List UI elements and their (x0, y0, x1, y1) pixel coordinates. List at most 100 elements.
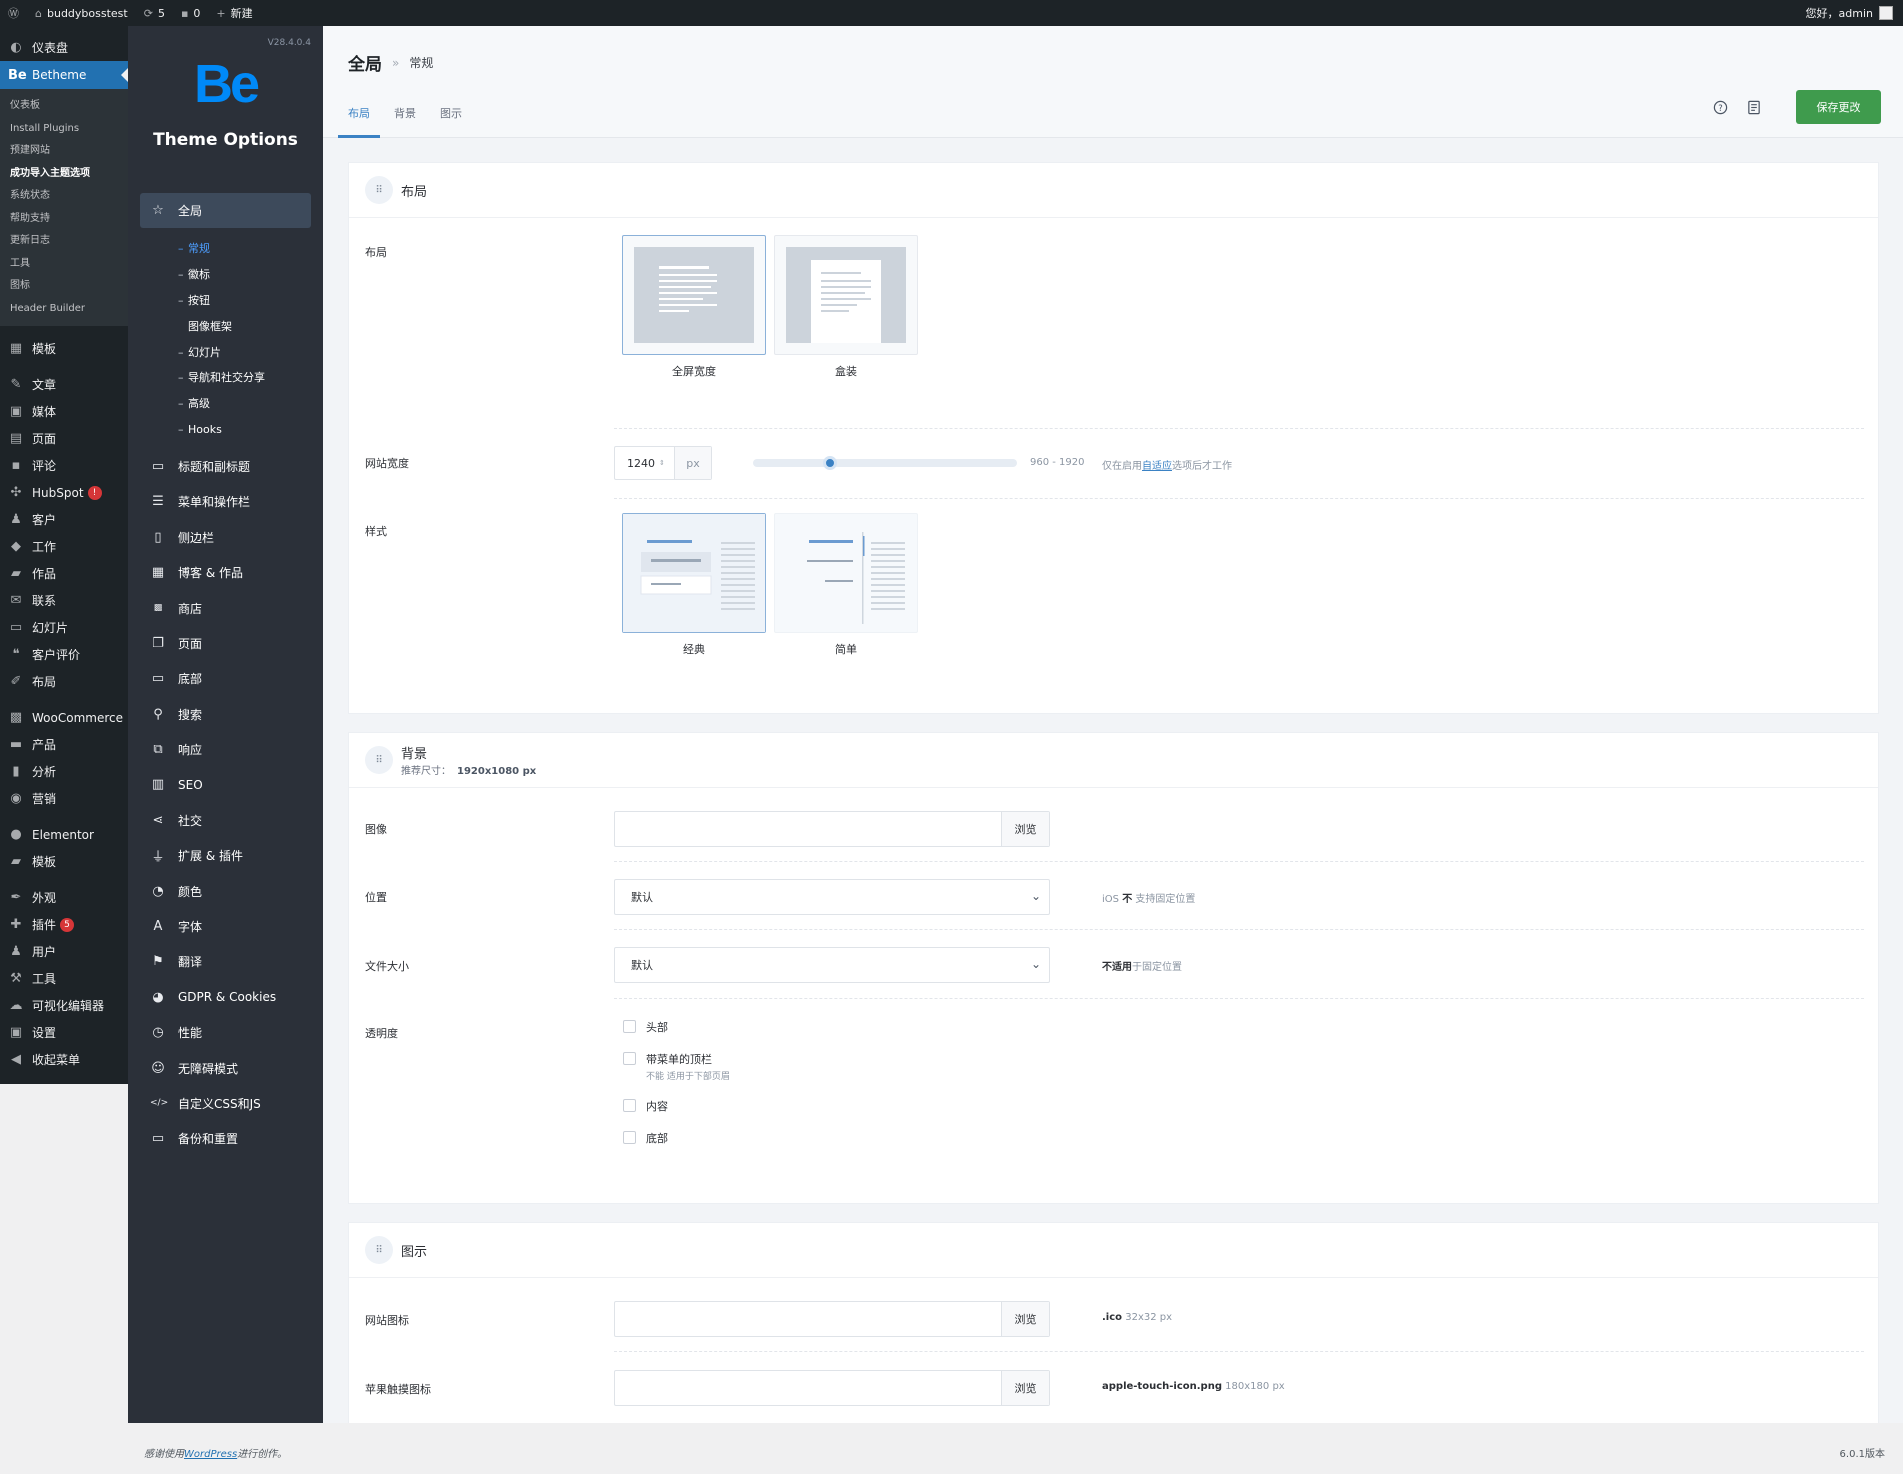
subnav-item[interactable]: – 导航和社交分享 (140, 365, 311, 391)
tab-background[interactable]: 背景 (394, 101, 416, 138)
nav-item[interactable]: ▭ 备份和重置 (140, 1121, 311, 1156)
nav-item[interactable]: ⏚ 扩展 & 插件 (140, 838, 311, 873)
nav-item[interactable]: ◕ GDPR & Cookies (140, 980, 311, 1015)
menu-item[interactable]: ● Elementor (0, 821, 128, 848)
position-select[interactable]: 默认 ⌄ (614, 879, 1050, 915)
submenu-item[interactable]: Install Plugins (0, 118, 128, 141)
new-content-link[interactable]: + 新建 (208, 0, 260, 26)
comments-link[interactable]: ▪ 0 (173, 0, 208, 26)
apple-icon-input[interactable]: 浏览 (614, 1370, 1050, 1406)
nav-item[interactable]: ▦ 博客 & 作品 (140, 555, 311, 590)
checkbox-topbar[interactable]: 带菜单的顶栏 不能 适用于下部页眉 (623, 1051, 730, 1082)
submenu-item[interactable]: 工具 (0, 253, 128, 276)
wordpress-logo-button[interactable]: Ⓦ (0, 0, 27, 26)
site-width-slider[interactable] (753, 456, 1017, 470)
favicon-input[interactable]: 浏览 (614, 1301, 1050, 1337)
responsive-link[interactable]: 自适应 (1142, 461, 1172, 472)
menu-item[interactable]: ▦ 模板 (0, 335, 128, 362)
menu-item[interactable]: ▭ 幻灯片 (0, 614, 128, 641)
nav-item[interactable]: ❐ 页面 (140, 626, 311, 661)
menu-item[interactable]: ✎ 文章 (0, 371, 128, 398)
nav-item[interactable]: ▭ 标题和副标题 (140, 449, 311, 484)
menu-item[interactable]: ◉ 营销 (0, 785, 128, 812)
submenu-item[interactable]: 图标 (0, 275, 128, 298)
menu-item[interactable]: ✐ 布局 (0, 668, 128, 695)
layout-option-boxed[interactable] (774, 235, 918, 355)
menu-item[interactable]: ▤ 页面 (0, 425, 128, 452)
submenu-item[interactable]: 预建网站 (0, 140, 128, 163)
menu-item[interactable]: ✒ 外观 (0, 884, 128, 911)
nav-item[interactable]: A 字体 (140, 909, 311, 944)
menu-item[interactable]: ✚ 插件 5 (0, 911, 128, 938)
submenu-item[interactable]: 仪表板 (0, 95, 128, 118)
site-name-link[interactable]: ⌂ buddybosstest (27, 0, 136, 26)
bg-image-field[interactable] (615, 812, 1001, 846)
menu-item[interactable]: ◀ 收起菜单 (0, 1046, 128, 1073)
changelog-icon[interactable] (1744, 97, 1764, 117)
menu-betheme[interactable]: Be Betheme (0, 61, 128, 89)
checkbox[interactable] (623, 1052, 636, 1065)
checkbox[interactable] (623, 1020, 636, 1033)
submenu-item[interactable]: 系统状态 (0, 185, 128, 208)
menu-item[interactable]: ⚒ 工具 (0, 965, 128, 992)
menu-item[interactable]: ▰ 作品 (0, 560, 128, 587)
style-option-simple[interactable] (774, 513, 918, 633)
menu-item[interactable]: ❝ 客户评价 (0, 641, 128, 668)
checkbox[interactable] (623, 1131, 636, 1144)
checkbox-footer[interactable]: 底部 (623, 1130, 668, 1146)
browse-button[interactable]: 浏览 (1001, 1302, 1049, 1336)
save-button[interactable]: 保存更改 (1796, 90, 1881, 124)
drag-handle-icon[interactable]: ⠿ (365, 1236, 393, 1264)
drag-handle-icon[interactable]: ⠿ (365, 746, 393, 774)
nav-item[interactable]: ⚑ 翻译 (140, 944, 311, 979)
nav-item[interactable]: ☺ 无障碍模式 (140, 1050, 311, 1085)
menu-item[interactable]: ▩ WooCommerce (0, 704, 128, 731)
style-option-classic[interactable] (622, 513, 766, 633)
menu-dashboard[interactable]: ◐ 仪表盘 (0, 34, 128, 61)
nav-item[interactable]: ⚲ 搜索 (140, 697, 311, 732)
nav-item[interactable]: ▩ 商店 (140, 590, 311, 625)
subnav-item[interactable]: – 按钮 (140, 288, 311, 314)
updates-link[interactable]: ⟳ 5 (136, 0, 173, 26)
menu-item[interactable]: ▮ 分析 (0, 758, 128, 785)
submenu-item[interactable]: 成功导入主题选项 (0, 163, 128, 186)
checkbox-header[interactable]: 头部 (623, 1019, 668, 1035)
menu-item[interactable]: ▣ 设置 (0, 1019, 128, 1046)
help-icon[interactable]: ? (1710, 97, 1730, 117)
my-account[interactable]: 您好，admin (1806, 5, 1903, 21)
tab-layout[interactable]: 布局 (338, 101, 380, 138)
drag-handle-icon[interactable]: ⠿ (365, 176, 393, 204)
layout-option-fullwidth[interactable] (622, 235, 766, 355)
stepper-icon[interactable]: ⇕ (659, 459, 665, 467)
menu-item[interactable]: ▰ 模板 (0, 848, 128, 875)
favicon-field[interactable] (615, 1302, 1001, 1336)
subnav-item[interactable]: – Hooks (140, 417, 311, 443)
checkbox-content[interactable]: 内容 (623, 1098, 668, 1114)
menu-item[interactable]: ♟ 客户 (0, 506, 128, 533)
menu-item[interactable]: ◆ 工作 (0, 533, 128, 560)
menu-item[interactable]: ✣ HubSpot! (0, 479, 128, 506)
subnav-item[interactable]: – 幻灯片 (140, 340, 311, 366)
submenu-item[interactable]: Header Builder (0, 298, 128, 321)
nav-item[interactable]: ⧉ 响应 (140, 732, 311, 767)
nav-item[interactable]: ◔ 颜色 (140, 873, 311, 908)
nav-item[interactable]: </> 自定义CSS和JS (140, 1086, 311, 1121)
menu-item[interactable]: ▪ 评论 (0, 452, 128, 479)
submenu-item[interactable]: 更新日志 (0, 230, 128, 253)
menu-item[interactable]: ✉ 联系 (0, 587, 128, 614)
nav-item-global[interactable]: ☆ 全局 (140, 193, 311, 229)
checkbox[interactable] (623, 1099, 636, 1112)
nav-item[interactable]: ◷ 性能 (140, 1015, 311, 1050)
bg-image-input[interactable]: 浏览 (614, 811, 1050, 847)
wordpress-link[interactable]: WordPress (184, 1449, 237, 1460)
menu-item[interactable]: ♟ 用户 (0, 938, 128, 965)
menu-item[interactable]: ☁ 可视化编辑器 (0, 992, 128, 1019)
nav-item[interactable]: ▯ 侧边栏 (140, 520, 311, 555)
menu-item[interactable]: ▬ 产品 (0, 731, 128, 758)
subnav-item[interactable]: 图像框架 (140, 314, 311, 340)
browse-button[interactable]: 浏览 (1001, 812, 1049, 846)
tab-icons[interactable]: 图示 (440, 101, 462, 138)
size-select[interactable]: 默认 ⌄ (614, 947, 1050, 983)
nav-item[interactable]: ☰ 菜单和操作栏 (140, 484, 311, 519)
nav-item[interactable]: ⋖ 社交 (140, 803, 311, 838)
